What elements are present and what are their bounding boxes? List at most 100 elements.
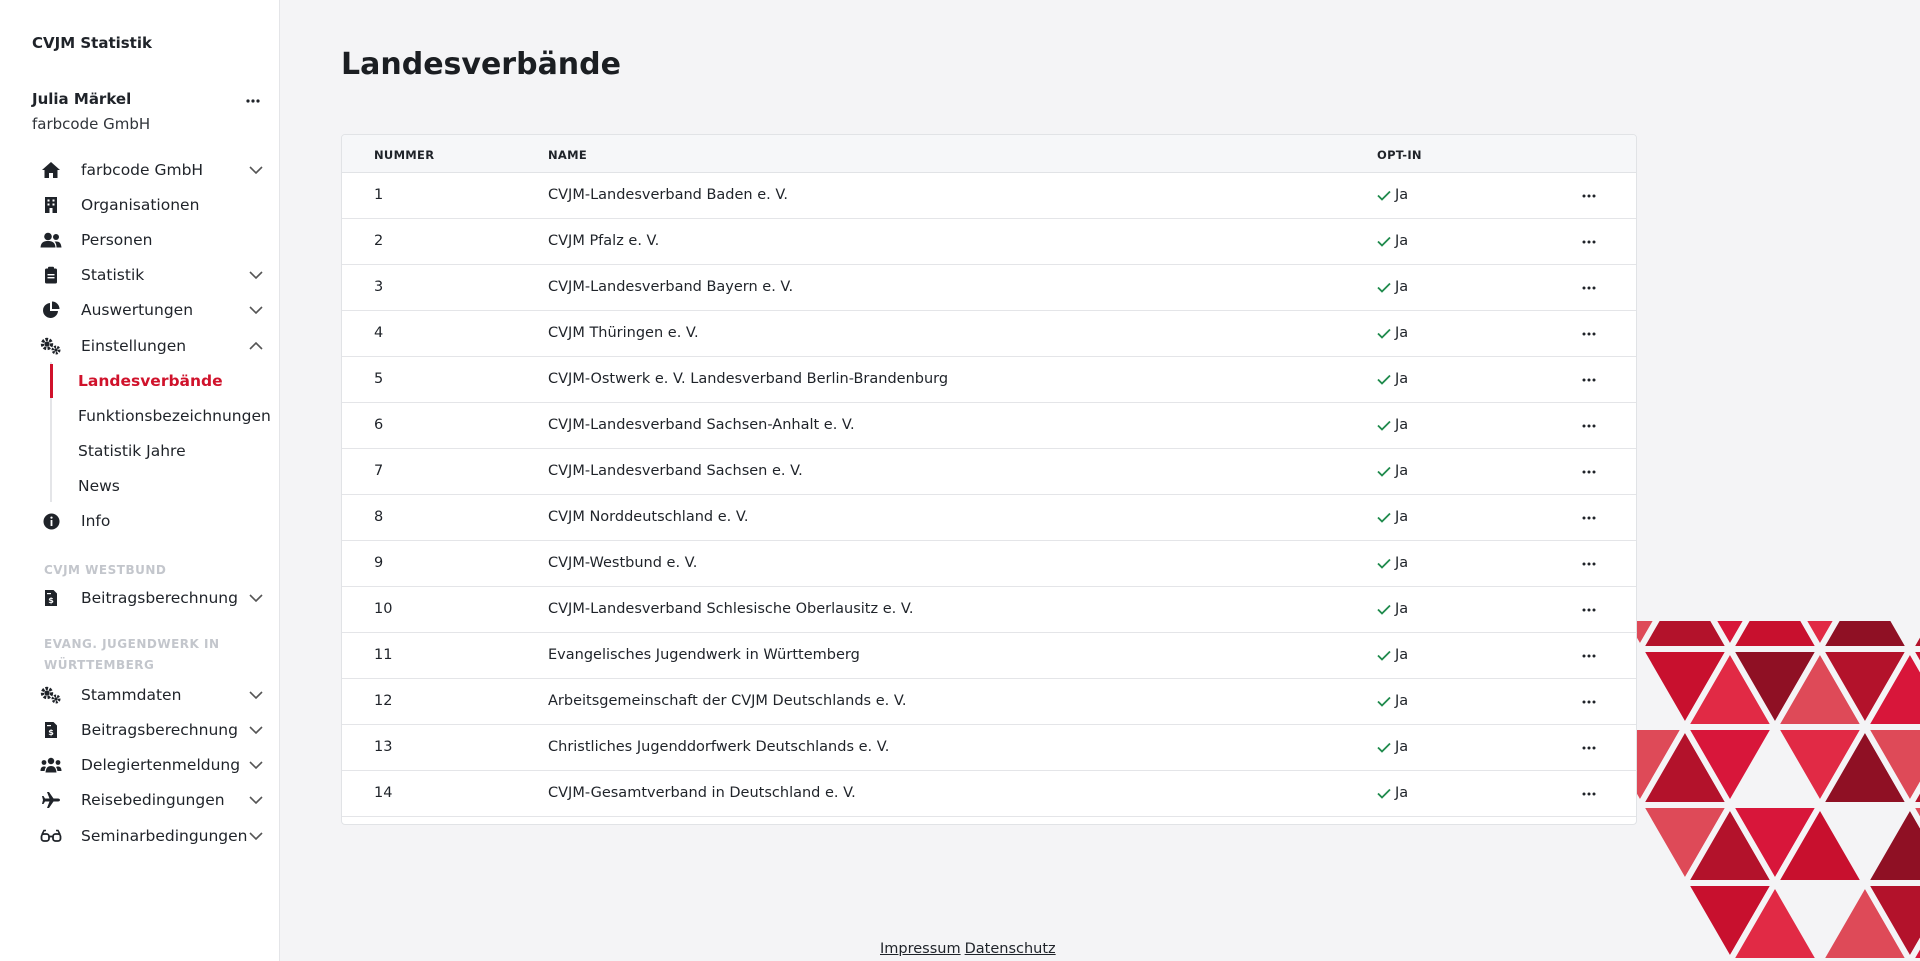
- row-menu-button[interactable]: [1582, 643, 1596, 662]
- optin-value: Ja: [1395, 233, 1409, 249]
- table-row[interactable]: 8 CVJM Norddeutschland e. V. Ja: [342, 495, 1636, 541]
- row-menu-button[interactable]: [1582, 597, 1596, 616]
- page-title: Landesverbände: [341, 47, 621, 82]
- nav-item-label: Delegiertenmeldung: [81, 756, 241, 774]
- nav-item-info[interactable]: Info: [40, 506, 264, 536]
- nav-item-statistik[interactable]: Statistik: [40, 260, 264, 290]
- info-icon: [40, 511, 62, 531]
- more-horizontal-icon: [1582, 194, 1596, 198]
- row-menu-button[interactable]: [1582, 229, 1596, 248]
- cell-name: CVJM Thüringen e. V.: [548, 325, 699, 341]
- nav-item-reisebedingungen[interactable]: Reisebedingungen: [40, 785, 264, 815]
- table-row[interactable]: 2 CVJM Pfalz e. V. Ja: [342, 219, 1636, 265]
- table-row[interactable]: 1 CVJM-Landesverband Baden e. V. Ja: [342, 173, 1636, 219]
- home-icon: [40, 160, 62, 180]
- table-row[interactable]: 4 CVJM Thüringen e. V. Ja: [342, 311, 1636, 357]
- more-horizontal-icon: [1582, 700, 1596, 704]
- nav-item-label: Beitragsberechnung: [81, 589, 238, 607]
- row-menu-button[interactable]: [1582, 367, 1596, 386]
- cell-optin: Ja: [1377, 601, 1408, 617]
- table-row[interactable]: 13 Christliches Jugenddorfwerk Deutschlan…: [342, 725, 1636, 771]
- table-row[interactable]: 6 CVJM-Landesverband Sachsen-Anhalt e. V.…: [342, 403, 1636, 449]
- optin-value: Ja: [1395, 601, 1409, 617]
- nav-item-auswertungen[interactable]: Auswertungen: [40, 295, 264, 325]
- nav-item-seminarbedingungen[interactable]: Seminarbedingungen: [40, 821, 264, 851]
- sub-item-statistik-jahre[interactable]: Statistik Jahre: [78, 442, 186, 460]
- nav-item-label: Statistik: [81, 266, 145, 284]
- invoice-icon: $: [40, 588, 62, 608]
- table-row[interactable]: 9 CVJM-Westbund e. V. Ja: [342, 541, 1636, 587]
- more-horizontal-icon: [1582, 470, 1596, 474]
- table-header: NUMMER NAME OPT-IN: [342, 135, 1636, 173]
- impressum-link[interactable]: Impressum: [880, 941, 961, 957]
- sub-item-news[interactable]: News: [78, 477, 120, 495]
- optin-value: Ja: [1395, 417, 1409, 433]
- cell-optin: Ja: [1377, 785, 1408, 801]
- nav-item-label: Beitragsberechnung: [81, 721, 238, 739]
- nav-item-ejw-beitragsberechnung[interactable]: $ Beitragsberechnung: [40, 715, 264, 745]
- row-menu-button[interactable]: [1582, 413, 1596, 432]
- row-menu-button[interactable]: [1582, 321, 1596, 340]
- cell-name: CVJM-Landesverband Sachsen e. V.: [548, 463, 803, 479]
- more-horizontal-icon: [1582, 378, 1596, 382]
- user-name: Julia Märkel: [32, 90, 132, 108]
- nav-item-farbcode[interactable]: farbcode GmbH: [40, 155, 264, 185]
- more-horizontal-icon: [1582, 332, 1596, 336]
- row-menu-button[interactable]: [1582, 781, 1596, 800]
- svg-text:$: $: [48, 728, 54, 737]
- row-menu-button[interactable]: [1582, 735, 1596, 754]
- nav-item-westbund-beitragsberechnung[interactable]: $ Beitragsberechnung: [40, 583, 264, 613]
- row-menu-button[interactable]: [1582, 275, 1596, 294]
- cogs-icon: [40, 336, 62, 356]
- cell-name: Christliches Jugenddorfwerk Deutschlands…: [548, 739, 890, 755]
- chevron-down-icon: [248, 722, 264, 738]
- nav-item-delegiertenmeldung[interactable]: Delegiertenmeldung: [40, 750, 264, 780]
- user-menu-button[interactable]: [246, 88, 260, 107]
- datenschutz-link[interactable]: Datenschutz: [965, 941, 1056, 957]
- plane-icon: [40, 790, 62, 810]
- row-menu-button[interactable]: [1582, 183, 1596, 202]
- row-menu-button[interactable]: [1582, 505, 1596, 524]
- cell-name: CVJM-Westbund e. V.: [548, 555, 698, 571]
- nav-item-organisationen[interactable]: Organisationen: [40, 190, 264, 220]
- nav-item-label: Stammdaten: [81, 686, 182, 704]
- glasses-icon: [40, 826, 62, 846]
- column-header-name: NAME: [548, 148, 588, 162]
- table-row[interactable]: 3 CVJM-Landesverband Bayern e. V. Ja: [342, 265, 1636, 311]
- section-label-ejw: EVANG. JUGENDWERK IN WÜRTTEMBERG: [44, 637, 220, 672]
- chevron-down-icon: [248, 162, 264, 178]
- row-menu-button[interactable]: [1582, 551, 1596, 570]
- table-row[interactable]: 12 Arbeitsgemeinschaft der CVJM Deutschla…: [342, 679, 1636, 725]
- table-row[interactable]: 10 CVJM-Landesverband Schlesische Oberlau…: [342, 587, 1636, 633]
- cell-name: Arbeitsgemeinschaft der CVJM Deutschland…: [548, 693, 907, 709]
- nav-item-stammdaten[interactable]: Stammdaten: [40, 680, 264, 710]
- check-icon: [1377, 558, 1391, 569]
- table-row[interactable]: 5 CVJM-Ostwerk e. V. Landesverband Berlin…: [342, 357, 1636, 403]
- nav-item-label: Reisebedingungen: [81, 791, 225, 809]
- nav-item-personen[interactable]: Personen: [40, 225, 264, 255]
- row-menu-button[interactable]: [1582, 689, 1596, 708]
- table-row[interactable]: 14 CVJM-Gesamtverband in Deutschland e. V…: [342, 771, 1636, 817]
- group-icon: [40, 755, 62, 775]
- row-menu-button[interactable]: [1582, 459, 1596, 478]
- cogs-icon: [40, 685, 62, 705]
- cell-nummer: 10: [374, 601, 393, 617]
- column-header-nummer: NUMMER: [374, 148, 435, 162]
- sub-item-landesverbaende[interactable]: Landesverbände: [78, 372, 223, 390]
- optin-value: Ja: [1395, 647, 1409, 663]
- chevron-down-icon: [248, 828, 264, 844]
- more-horizontal-icon: [1582, 516, 1596, 520]
- check-icon: [1377, 742, 1391, 753]
- nav-item-einstellungen[interactable]: Einstellungen: [40, 331, 264, 361]
- optin-value: Ja: [1395, 187, 1409, 203]
- cell-name: CVJM-Landesverband Baden e. V.: [548, 187, 789, 203]
- table-row[interactable]: 7 CVJM-Landesverband Sachsen e. V. Ja: [342, 449, 1636, 495]
- user-org: farbcode GmbH: [32, 115, 151, 133]
- check-icon: [1377, 282, 1391, 293]
- table-row[interactable]: 11 Evangelisches Jugendwerk in Württember…: [342, 633, 1636, 679]
- cell-name: CVJM-Gesamtverband in Deutschland e. V.: [548, 785, 856, 801]
- check-icon: [1377, 190, 1391, 201]
- sub-item-funktionsbezeichnungen[interactable]: Funktionsbezeichnungen: [78, 407, 271, 425]
- check-icon: [1377, 604, 1391, 615]
- cell-name: CVJM-Ostwerk e. V. Landesverband Berlin-…: [548, 371, 949, 387]
